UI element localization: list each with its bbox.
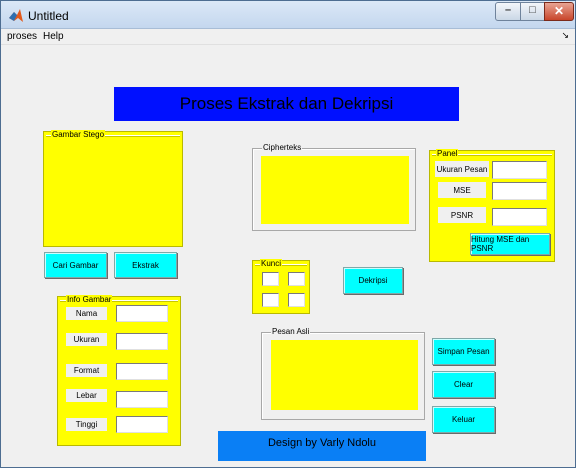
label-nama: Nama [66, 307, 107, 320]
figure-area: Proses Ekstrak dan Dekripsi Gambar Stego… [1, 46, 575, 467]
label-tinggi: Tinggi [66, 418, 107, 431]
minimize-icon: – [504, 4, 512, 16]
simpan-pesan-button[interactable]: Simpan Pesan [432, 338, 495, 365]
minimize-button[interactable]: – [495, 2, 521, 21]
close-button[interactable]: ✕ [544, 2, 574, 21]
dekripsi-button[interactable]: Dekripsi [343, 267, 403, 294]
window-title: Untitled [28, 9, 69, 23]
panel-hitung: Panel Ukuran Pesan MSE PSNR Hitung MSE d… [429, 149, 555, 262]
main-window: Untitled – □ ✕ proses Help ↘ Proses Ekst… [0, 0, 576, 468]
format-field[interactable] [116, 363, 168, 380]
gambar-stego-title: Gambar Stego [51, 130, 106, 139]
pesan-asli-title: Pesan Asli [271, 327, 311, 336]
kunci-panel: Kunci [252, 259, 310, 314]
info-gambar-title: Info Gambar [66, 295, 113, 304]
info-gambar-panel: Info Gambar Nama Ukuran Format Lebar Tin… [57, 295, 181, 446]
ekstrak-button[interactable]: Ekstrak [114, 252, 177, 278]
cipherteks-textbox[interactable] [261, 156, 409, 224]
kunci-field-1[interactable] [262, 272, 279, 286]
pesan-asli-frame: Pesan Asli [261, 327, 425, 420]
kunci-field-2[interactable] [288, 272, 305, 286]
lebar-field[interactable] [116, 391, 168, 408]
pesan-asli-textbox[interactable] [271, 340, 418, 410]
footer-banner: Design by Varly Ndolu [218, 431, 426, 461]
nama-field[interactable] [116, 305, 168, 322]
maximize-icon: □ [529, 4, 536, 16]
maximize-button[interactable]: □ [520, 2, 545, 21]
ukuran-field[interactable] [116, 333, 168, 350]
label-ukuran: Ukuran [66, 333, 107, 346]
label-psnr: PSNR [438, 207, 486, 223]
label-lebar: Lebar [66, 389, 107, 402]
matlab-logo-icon [9, 9, 23, 22]
gambar-stego-panel: Gambar Stego [43, 130, 183, 247]
kunci-field-4[interactable] [288, 293, 305, 307]
cipherteks-frame: Cipherteks [252, 143, 416, 231]
ukuran-pesan-field[interactable] [492, 161, 547, 179]
cipherteks-title: Cipherteks [262, 143, 303, 152]
title-bar[interactable]: Untitled – □ ✕ [1, 1, 575, 29]
label-mse: MSE [438, 182, 486, 198]
toolbar-arrow-icon[interactable]: ↘ [561, 30, 569, 41]
tinggi-field[interactable] [116, 416, 168, 433]
panel-title: Panel [436, 149, 459, 158]
menu-help[interactable]: Help [43, 31, 64, 42]
label-ukuran-pesan: Ukuran Pesan [435, 161, 489, 177]
cari-gambar-button[interactable]: Cari Gambar [44, 252, 107, 278]
clear-button[interactable]: Clear [432, 371, 495, 398]
keluar-button[interactable]: Keluar [432, 406, 495, 433]
title-banner: Proses Ekstrak dan Dekripsi [114, 87, 459, 121]
psnr-field[interactable] [492, 208, 547, 226]
close-icon: ✕ [553, 4, 565, 18]
menu-bar: proses Help ↘ [1, 29, 575, 45]
hitung-mse-psnr-button[interactable]: Hitung MSE dan PSNR [470, 233, 550, 255]
mse-field[interactable] [492, 182, 547, 200]
label-format: Format [66, 364, 107, 377]
menu-proses[interactable]: proses [7, 31, 37, 42]
kunci-title: Kunci [260, 259, 283, 268]
kunci-field-3[interactable] [262, 293, 279, 307]
